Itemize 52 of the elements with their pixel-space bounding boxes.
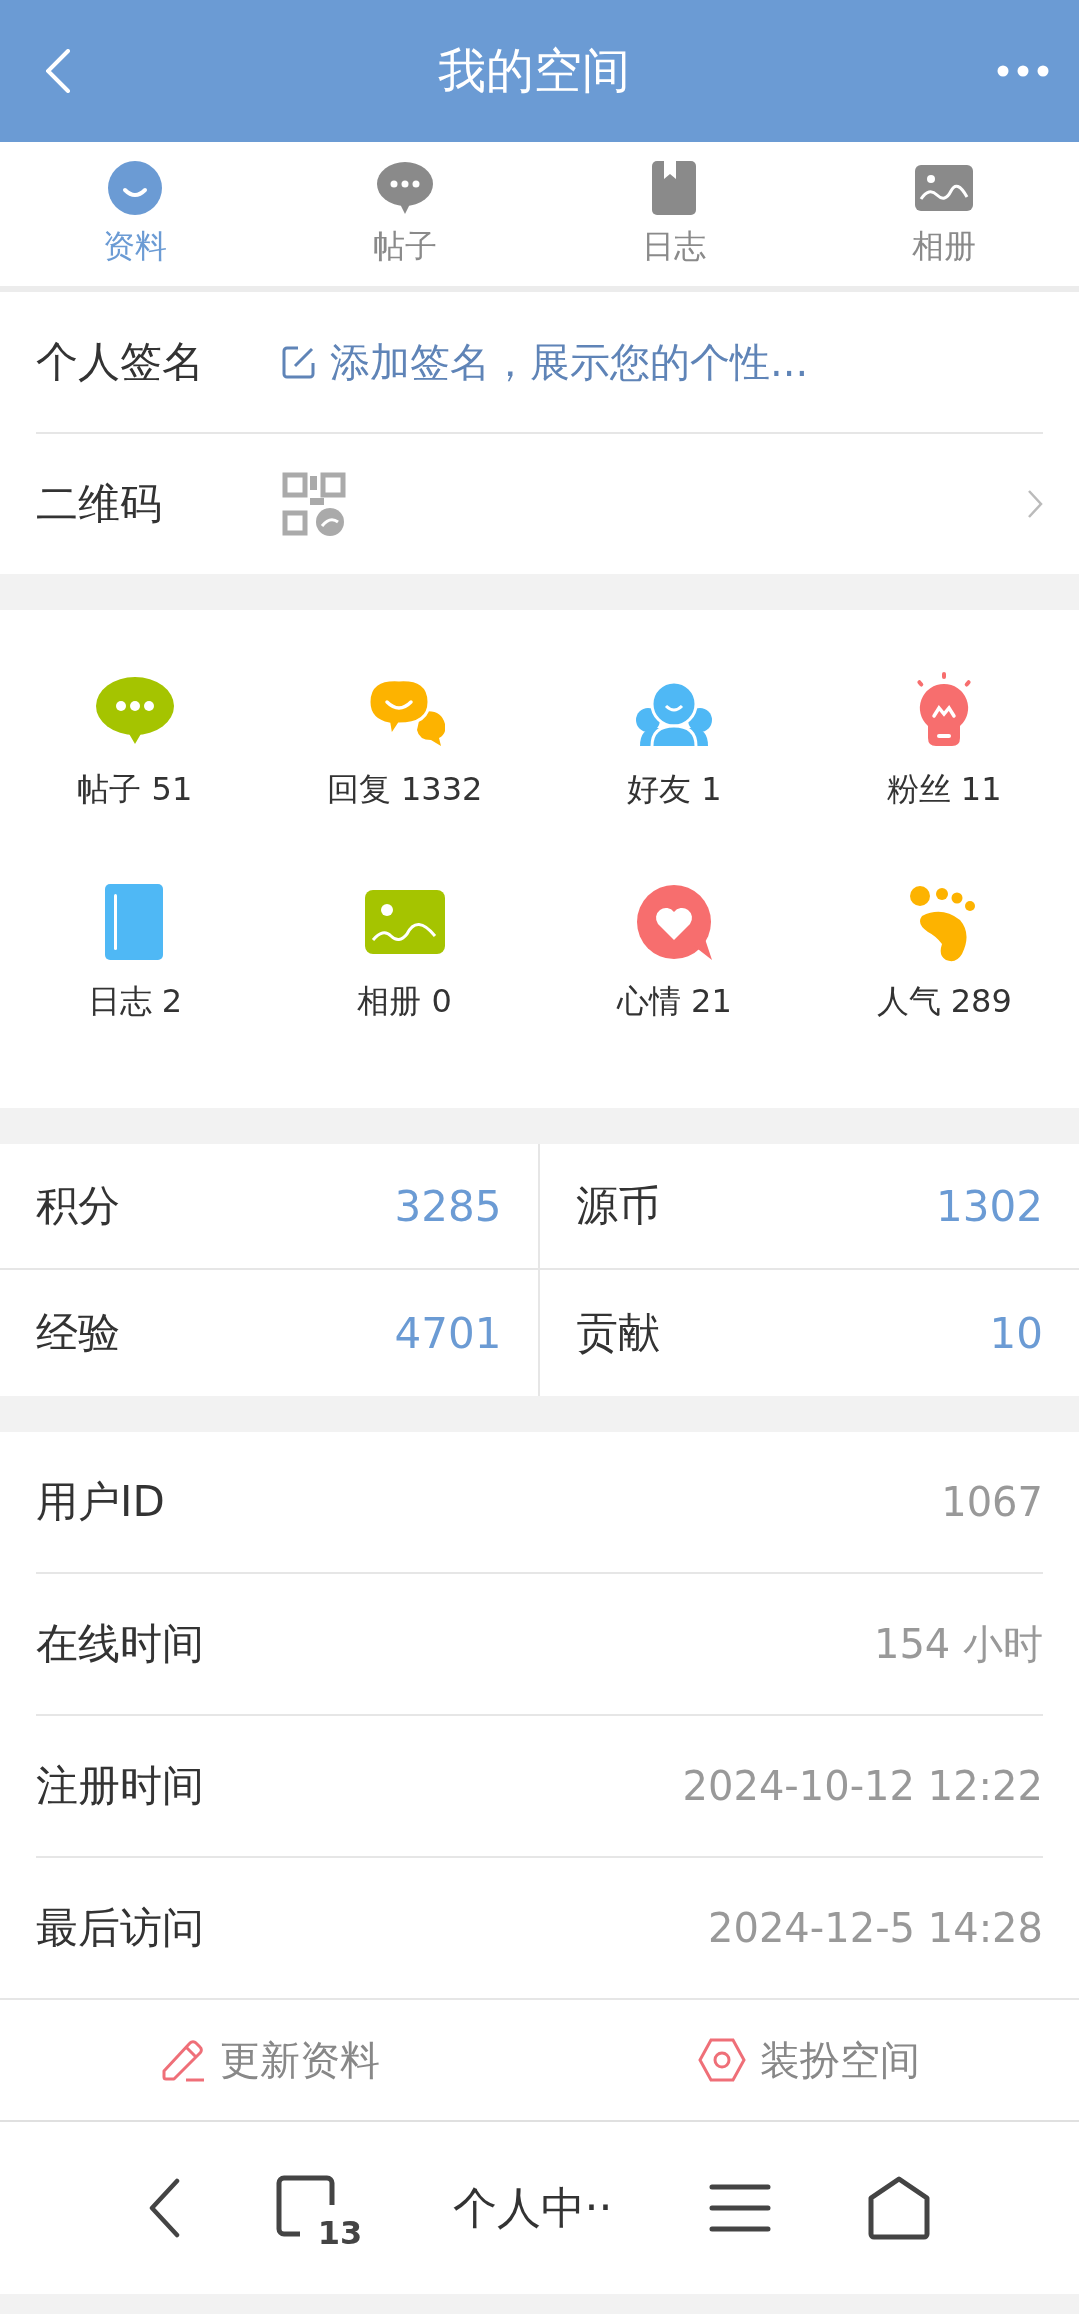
menu-icon[interactable] (708, 2183, 771, 2233)
chevron-right-icon (1027, 489, 1043, 519)
qr-code-row[interactable]: 二维码 (36, 434, 1043, 574)
counter-label[interactable]: 好友 1 (627, 768, 722, 812)
row-label: 二维码 (36, 478, 163, 530)
hexagon-icon (698, 2038, 747, 2082)
edit-icon (282, 345, 316, 379)
stat-label: 经验 (36, 1307, 120, 1359)
counter-label[interactable]: 粉丝 11 (886, 768, 1002, 812)
info-value: 2024-10-12 12:22 (682, 1763, 1043, 1809)
row-label: 个人签名 (36, 336, 205, 388)
info-label: 在线时间 (36, 1618, 205, 1670)
image-icon (915, 165, 974, 211)
smiley-icon (106, 160, 163, 216)
stat-label: 积分 (36, 1180, 120, 1232)
chat-bubble-icon (95, 677, 174, 744)
counter-label[interactable]: 帖子 51 (77, 768, 193, 812)
add-signature-link[interactable]: 添加签名，展示您的个性... (282, 334, 809, 390)
stat-label: 贡献 (575, 1307, 660, 1359)
stat-value: 1302 (936, 1181, 1043, 1231)
stat-value: 3285 (394, 1181, 502, 1231)
counter-label[interactable]: 心情 21 (616, 980, 732, 1024)
stat-value: 4701 (394, 1308, 502, 1358)
info-label: 用户ID (36, 1476, 166, 1528)
light-bulb-icon (916, 672, 972, 746)
speech-bubbles-icon (367, 678, 445, 746)
counter-label[interactable]: 回复 1332 (326, 768, 483, 812)
image-icon (364, 890, 445, 954)
page-title: 个人中·· (452, 2180, 613, 2235)
decorate-space-button[interactable]: 装扮空间 (539, 2000, 1079, 2120)
home-icon[interactable] (866, 2176, 931, 2240)
notebook-icon (104, 884, 163, 960)
counter-label[interactable]: 人气 289 (876, 980, 1012, 1024)
notebook-icon (652, 161, 697, 215)
people-icon (636, 680, 713, 748)
info-value: 2024-12-5 14:28 (708, 1905, 1043, 1951)
counter-label[interactable]: 相册 0 (357, 980, 452, 1024)
info-label: 最后访问 (36, 1902, 205, 1954)
more-icon[interactable] (997, 65, 1049, 77)
counter-label[interactable]: 日志 2 (87, 980, 183, 1024)
info-label: 注册时间 (36, 1760, 205, 1812)
page-title: 我的空间 (437, 41, 630, 100)
stat-label: 源币 (575, 1180, 660, 1232)
info-value: 154 小时 (873, 1619, 1043, 1669)
chat-bubble-icon (375, 160, 434, 216)
update-profile-button[interactable]: 更新资料 (0, 2000, 540, 2120)
heart-bubble-icon (637, 885, 713, 960)
footprint-icon (910, 886, 976, 962)
qr-code-icon (282, 472, 346, 536)
stat-value: 10 (989, 1308, 1043, 1358)
back-icon[interactable] (148, 2178, 181, 2238)
info-value: 1067 (941, 1479, 1043, 1525)
